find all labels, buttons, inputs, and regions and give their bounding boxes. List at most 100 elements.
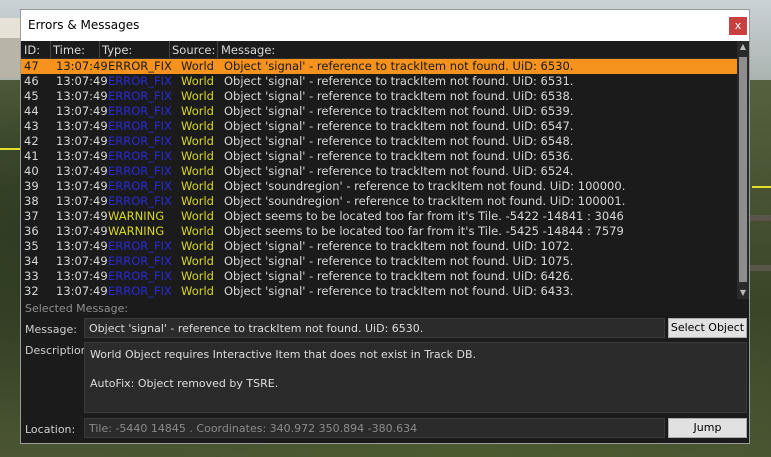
cell-message: Object 'signal' - reference to trackItem… [224, 164, 574, 178]
scroll-down-arrow-icon[interactable]: ▼ [737, 287, 749, 299]
track-marker-line [752, 186, 771, 188]
cell-time: 13:07:49 [56, 194, 108, 208]
description-label: Description: [25, 344, 92, 357]
cell-id: 46 [24, 74, 39, 88]
track-marker-line [0, 148, 20, 150]
cell-message: Object 'signal' - reference to trackItem… [224, 284, 574, 298]
building-roof [0, 18, 20, 38]
cell-type: ERROR_FIX [108, 194, 172, 208]
cell-time: 13:07:49 [56, 269, 108, 283]
message-field[interactable]: Object 'signal' - reference to trackItem… [84, 318, 665, 338]
cell-time: 13:07:49 [56, 254, 108, 268]
column-header-message[interactable]: Message: [221, 43, 275, 57]
cell-message: Object 'signal' - reference to trackItem… [224, 59, 574, 73]
vertical-scrollbar[interactable]: ▲ ▼ [737, 41, 749, 299]
cell-type: ERROR_FIX [108, 269, 172, 283]
cell-id: 36 [24, 224, 39, 238]
column-divider[interactable] [169, 41, 170, 58]
table-row[interactable]: 32 13:07:49 ERROR_FIX World Object 'signal' … [21, 284, 737, 299]
cell-message: Object 'soundregion' - reference to trac… [224, 179, 626, 193]
cell-message: Object seems to be located too far from … [224, 224, 624, 238]
cell-message: Object 'signal' - reference to trackItem… [224, 239, 574, 253]
column-divider[interactable] [50, 41, 51, 58]
cell-source: World [181, 179, 214, 193]
cell-type: ERROR_FIX [108, 74, 172, 88]
table-row[interactable]: 43 13:07:49 ERROR_FIX World Object 'signal' … [21, 119, 737, 134]
table-row[interactable]: 35 13:07:49 ERROR_FIX World Object 'signal' … [21, 239, 737, 254]
autofix-text: AutoFix: Object removed by TSRE. [90, 377, 279, 390]
table-row[interactable]: 46 13:07:49 ERROR_FIX World Object 'signal' … [21, 74, 737, 89]
jump-button[interactable]: Jump [668, 418, 747, 438]
cell-time: 13:07:49 [56, 284, 108, 298]
cell-type: ERROR_FIX [108, 149, 172, 163]
column-header-time[interactable]: Time: [53, 43, 85, 57]
table-row[interactable]: 45 13:07:49 ERROR_FIX World Object 'signal' … [21, 89, 737, 104]
column-header-id[interactable]: ID: [24, 43, 40, 57]
table-row-selected[interactable]: 47 13:07:49 ERROR_FIX World Object 'signal' … [21, 59, 737, 74]
location-label: Location: [25, 423, 76, 436]
cell-message: Object 'signal' - reference to trackItem… [224, 89, 574, 103]
selected-message-heading: Selected Message: [25, 302, 129, 315]
cell-time: 13:07:49 [56, 164, 108, 178]
table-row[interactable]: 40 13:07:49 ERROR_FIX World Object 'signal' … [21, 164, 737, 179]
cell-type: ERROR_FIX [108, 164, 172, 178]
table-row[interactable]: 39 13:07:49 ERROR_FIX World Object 'soundreg… [21, 179, 737, 194]
table-row[interactable]: 38 13:07:49 ERROR_FIX World Object 'soundreg… [21, 194, 737, 209]
cell-id: 40 [24, 164, 39, 178]
cell-type: ERROR_FIX [108, 254, 172, 268]
cell-source: World [181, 74, 214, 88]
column-header-source[interactable]: Source: [172, 43, 215, 57]
cell-type: ERROR_FIX [108, 239, 172, 253]
scrollbar-thumb[interactable] [739, 57, 747, 282]
table-row[interactable]: 42 13:07:49 ERROR_FIX World Object 'signal' … [21, 134, 737, 149]
table-row[interactable]: 36 13:07:49 WARNING World Object seems to be… [21, 224, 737, 239]
cell-source: World [181, 239, 214, 253]
cell-type: ERROR_FIX [108, 104, 172, 118]
cell-type: ERROR_FIX [108, 134, 172, 148]
message-label: Message: [25, 323, 77, 336]
cell-source: World [181, 284, 214, 298]
cell-message: Object 'signal' - reference to trackItem… [224, 119, 574, 133]
scroll-up-arrow-icon[interactable]: ▲ [737, 41, 749, 53]
building [0, 18, 20, 78]
cell-time: 13:07:49 [56, 104, 108, 118]
location-field[interactable]: Tile: -5440 14845 . Coordinates: 340.972… [84, 418, 665, 438]
select-object-button[interactable]: Select Object [668, 318, 747, 338]
title-bar[interactable]: Errors & Messages x [21, 10, 749, 41]
cell-time: 13:07:49 [56, 134, 108, 148]
column-divider[interactable] [99, 41, 100, 58]
cell-time: 13:07:49 [56, 224, 108, 238]
table-row[interactable]: 41 13:07:49 ERROR_FIX World Object 'signal' … [21, 149, 737, 164]
column-header-type[interactable]: Type: [102, 43, 132, 57]
table-row[interactable]: 37 13:07:49 WARNING World Object seems to be… [21, 209, 737, 224]
cell-id: 42 [24, 134, 39, 148]
table-row[interactable]: 33 13:07:49 ERROR_FIX World Object 'signal' … [21, 269, 737, 284]
cell-type: WARNING [108, 209, 165, 223]
cell-time: 13:07:49 [56, 149, 108, 163]
cell-message: Object 'signal' - reference to trackItem… [224, 134, 574, 148]
cell-time: 13:07:49 [56, 119, 108, 133]
description-field[interactable]: World Object requires Interactive Item t… [84, 342, 747, 413]
cell-id: 45 [24, 89, 39, 103]
cell-type: ERROR_FIX [108, 179, 172, 193]
cell-id: 43 [24, 119, 39, 133]
table-row[interactable]: 44 13:07:49 ERROR_FIX World Object 'signal' … [21, 104, 737, 119]
cell-source: World [181, 134, 214, 148]
table-header: ID: Time: Type: Source: Message: [21, 41, 737, 59]
cell-message: Object 'signal' - reference to trackItem… [224, 74, 574, 88]
cell-id: 47 [24, 59, 39, 73]
column-divider[interactable] [217, 41, 218, 58]
cell-message: Object 'signal' - reference to trackItem… [224, 254, 574, 268]
cell-time: 13:07:49 [56, 89, 108, 103]
cell-source: World [181, 194, 214, 208]
table-row[interactable]: 34 13:07:49 ERROR_FIX World Object 'signal' … [21, 254, 737, 269]
cell-type: ERROR_FIX [108, 119, 172, 133]
cell-id: 38 [24, 194, 39, 208]
cell-source: World [181, 254, 214, 268]
cell-source: World [181, 269, 214, 283]
close-button[interactable]: x [729, 17, 747, 35]
cell-id: 41 [24, 149, 39, 163]
cell-time: 13:07:49 [56, 74, 108, 88]
errors-messages-dialog: Errors & Messages x ID: Time: Type: Sour… [20, 9, 750, 444]
cell-id: 34 [24, 254, 39, 268]
